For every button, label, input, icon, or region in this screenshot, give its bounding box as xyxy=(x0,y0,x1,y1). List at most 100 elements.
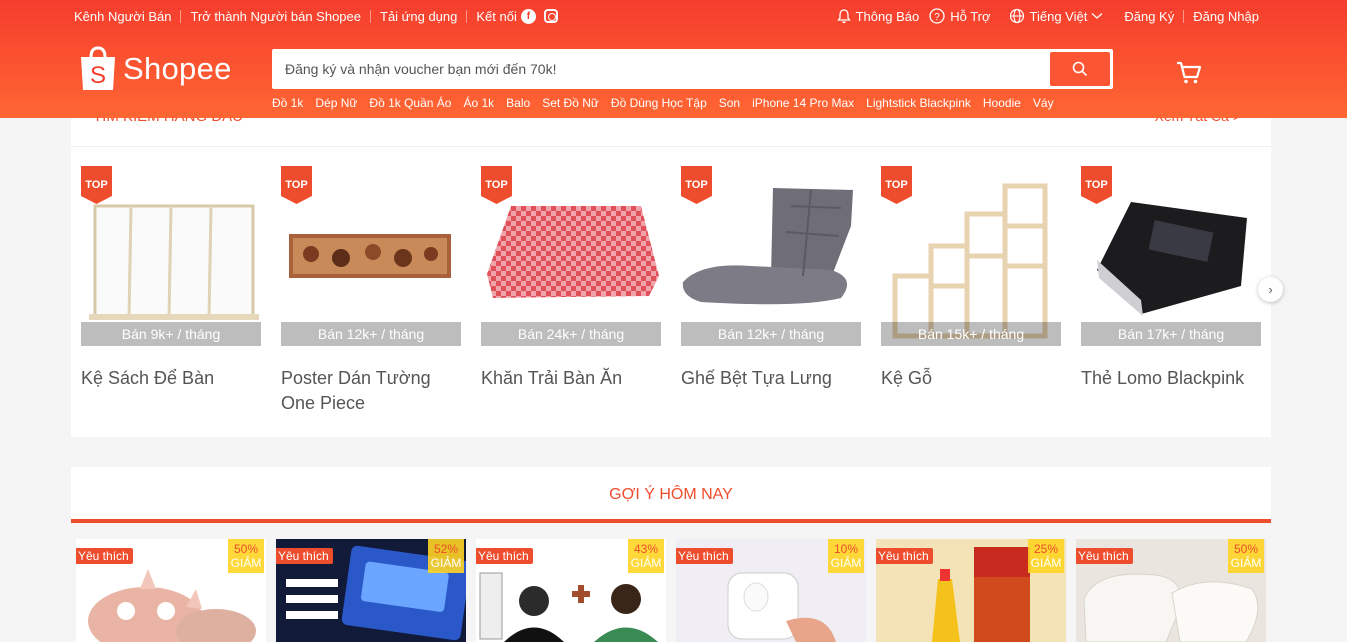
discount-badge: 52% GIẢM xyxy=(428,539,464,573)
cart-button[interactable] xyxy=(1176,60,1202,91)
suggestion-link[interactable]: Balo xyxy=(506,96,530,110)
product-card[interactable]: Yêu thích 52% GIẢM xyxy=(276,539,466,642)
chevron-down-icon xyxy=(1091,13,1103,19)
favorite-badge: Yêu thích xyxy=(276,548,333,564)
divider xyxy=(1183,9,1185,23)
shopping-bag-logo-icon: S xyxy=(81,46,115,90)
seller-centre-link[interactable]: Kênh Người Bán xyxy=(74,9,171,24)
discount-badge: 50% GIẢM xyxy=(228,539,264,573)
product-grid: Yêu thích 50% GIẢM Yêu thích 52% GIẢM Yêu … xyxy=(76,539,1276,642)
favorite-badge: Yêu thích xyxy=(1076,548,1133,564)
download-app-link[interactable]: Tải ứng dụng xyxy=(380,9,457,24)
svg-text:TOP: TOP xyxy=(1085,179,1107,191)
discount-badge: 50% GIẢM xyxy=(1228,539,1264,573)
product-card[interactable]: Yêu thích 50% GIẢM xyxy=(1076,539,1266,642)
top-item-name: Ghế Bệt Tựa Lưng xyxy=(681,368,832,388)
daily-discover-title: Gợi ý hôm nay xyxy=(609,486,733,503)
suggestion-link[interactable]: iPhone 14 Pro Max xyxy=(752,96,854,110)
top-item-name: Kệ Gỗ xyxy=(881,368,933,388)
top-item[interactable]: TOP Bán 15k+ / tháng Kệ Gỗ xyxy=(881,166,1061,416)
product-card[interactable]: Yêu thích 10% GIẢM xyxy=(676,539,866,642)
divider xyxy=(370,9,371,23)
top-item[interactable]: TOP Bán 9k+ / tháng Kệ Sách Để Bàn xyxy=(81,166,261,416)
suggestion-link[interactable]: Dép Nữ xyxy=(315,96,357,110)
help-link[interactable]: ? Hỗ Trợ xyxy=(929,8,991,24)
main-header: S Shopee Đồ 1k Dép Nữ Đồ 1k Quần Áo Áo 1… xyxy=(78,44,1238,114)
become-seller-link[interactable]: Trở thành Người bán Shopee xyxy=(190,9,361,24)
language-selector[interactable]: Tiếng Việt xyxy=(1009,8,1109,24)
suggestion-link[interactable]: Đồ 1k Quần Áo xyxy=(369,96,451,110)
top-badge-icon: TOP xyxy=(881,166,912,204)
top-item-name: Thẻ Lomo Blackpink xyxy=(1081,368,1245,388)
product-image: TOP Bán 12k+ / tháng xyxy=(681,166,861,346)
svg-text:TOP: TOP xyxy=(485,179,507,191)
shopee-logo[interactable]: S Shopee xyxy=(78,46,232,92)
product-card[interactable]: Yêu thích 43% GIẢM xyxy=(476,539,666,642)
login-link[interactable]: Đăng Nhập xyxy=(1193,9,1259,24)
discount-badge: 10% GIẢM xyxy=(828,539,864,573)
svg-text:TOP: TOP xyxy=(85,179,107,191)
top-item[interactable]: TOP Bán 12k+ / tháng Poster Dán Tường On… xyxy=(281,166,461,416)
search-icon xyxy=(1072,61,1088,77)
instagram-icon[interactable] xyxy=(543,9,558,23)
sold-count: Bán 24k+ / tháng xyxy=(481,322,661,346)
product-card[interactable]: Yêu thích 25% GIẢM xyxy=(876,539,1066,642)
facebook-icon[interactable]: f xyxy=(520,8,536,24)
top-badge-icon: TOP xyxy=(681,166,712,204)
discount-badge: 43% GIẢM xyxy=(628,539,664,573)
svg-text:TOP: TOP xyxy=(685,179,707,191)
top-item-name: Khăn Trải Bàn Ăn xyxy=(481,368,623,388)
logo-wordmark: Shopee xyxy=(123,51,232,86)
language-label: Tiếng Việt xyxy=(1029,8,1088,24)
suggestion-link[interactable]: Son xyxy=(719,96,740,110)
suggestion-link[interactable]: Lightstick Blackpink xyxy=(866,96,971,110)
divider xyxy=(180,9,182,23)
suggestion-link[interactable]: Đồ Dùng Học Tập xyxy=(611,96,707,110)
search-button[interactable] xyxy=(1050,52,1110,86)
help-label: Hỗ Trợ xyxy=(950,8,991,24)
sold-count: Bán 17k+ / tháng xyxy=(1081,322,1261,346)
svg-text:?: ? xyxy=(934,12,940,23)
top-badge-icon: TOP xyxy=(1081,166,1112,204)
search-input[interactable] xyxy=(275,52,1050,86)
suggestion-link[interactable]: Đồ 1k xyxy=(272,96,303,110)
top-search-section: Tìm kiếm hàng đầu Xem Tất Cả > TOP Bán 9… xyxy=(71,98,1283,437)
search-suggestions: Đồ 1k Dép Nữ Đồ 1k Quần Áo Áo 1k Balo Se… xyxy=(272,96,1066,110)
daily-discover-header[interactable]: Gợi ý hôm nay xyxy=(71,467,1271,523)
product-image: TOP Bán 24k+ / tháng xyxy=(481,166,661,346)
globe-icon xyxy=(1009,8,1024,24)
top-item-name: Kệ Sách Để Bàn xyxy=(81,368,215,388)
favorite-badge: Yêu thích xyxy=(676,548,733,564)
sold-count: Bán 15k+ / tháng xyxy=(881,322,1061,346)
sold-count: Bán 12k+ / tháng xyxy=(681,322,861,346)
product-image: TOP Bán 15k+ / tháng xyxy=(881,166,1061,346)
suggestion-link[interactable]: Hoodie xyxy=(983,96,1021,110)
top-badge-icon: TOP xyxy=(281,166,312,204)
suggestion-link[interactable]: Áo 1k xyxy=(463,96,494,110)
connect-label: Kết nối xyxy=(476,8,517,24)
sold-count: Bán 9k+ / tháng xyxy=(81,322,261,346)
top-item[interactable]: TOP Bán 12k+ / tháng Ghế Bệt Tựa Lưng xyxy=(681,166,861,416)
svg-text:TOP: TOP xyxy=(285,179,307,191)
register-link[interactable]: Đăng Ký xyxy=(1124,9,1174,24)
top-item[interactable]: TOP Bán 24k+ / tháng Khăn Trải Bàn Ăn xyxy=(481,166,661,416)
shopee-header: Kênh Người Bán Trở thành Người bán Shope… xyxy=(0,0,1347,118)
product-image: TOP Bán 17k+ / tháng xyxy=(1081,166,1261,346)
product-image: TOP Bán 9k+ / tháng xyxy=(81,166,261,346)
product-card[interactable]: Yêu thích 50% GIẢM xyxy=(76,539,266,642)
sold-count: Bán 12k+ / tháng xyxy=(281,322,461,346)
search-bar xyxy=(272,49,1113,89)
divider xyxy=(466,9,468,23)
favorite-badge: Yêu thích xyxy=(76,548,133,564)
discount-badge: 25% GIẢM xyxy=(1028,539,1064,573)
suggestion-link[interactable]: Set Đồ Nữ xyxy=(542,96,599,110)
top-item[interactable]: TOP Bán 17k+ / tháng Thẻ Lomo Blackpink xyxy=(1081,166,1261,416)
bell-icon xyxy=(836,8,851,23)
svg-text:S: S xyxy=(90,62,106,89)
notifications-link[interactable]: Thông Báo xyxy=(836,8,919,24)
carousel-next-button[interactable]: › xyxy=(1258,277,1283,302)
suggestion-link[interactable]: Váy xyxy=(1033,96,1054,110)
help-icon: ? xyxy=(929,8,945,24)
top-search-list: TOP Bán 9k+ / tháng Kệ Sách Để Bàn TOP B… xyxy=(81,166,1281,416)
favorite-badge: Yêu thích xyxy=(876,548,933,564)
